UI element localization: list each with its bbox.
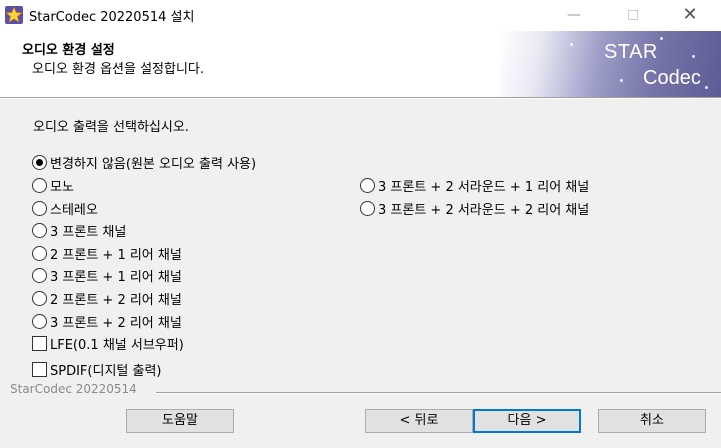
radio-label: 3 프론트 + 1 리어 채널 bbox=[50, 269, 182, 285]
radio-button[interactable] bbox=[32, 177, 47, 193]
radio-option-3-front-1-rear[interactable]: 3 프론트 + 1 리어 채널 bbox=[32, 265, 182, 285]
footer-divider bbox=[156, 392, 721, 394]
minimize-button[interactable]: — bbox=[551, 0, 597, 31]
radio-option-no-change[interactable]: 변경하지 않음(원본 오디오 출력 사용) bbox=[32, 152, 256, 172]
radio-label: 변경하지 않음(원본 오디오 출력 사용) bbox=[50, 156, 257, 172]
checkbox-box[interactable] bbox=[32, 361, 47, 377]
help-button[interactable]: 도움말 bbox=[126, 409, 234, 433]
checkbox-label: LFE(0.1 채널 서브우퍼) bbox=[50, 337, 184, 353]
instruction-text: 오디오 출력을 선택하십시오. bbox=[33, 120, 189, 135]
radio-label: 3 프론트 채널 bbox=[50, 224, 127, 240]
checkbox-lfe[interactable]: LFE(0.1 채널 서브우퍼) bbox=[32, 333, 184, 353]
radio-button[interactable] bbox=[32, 222, 47, 238]
next-button[interactable]: 다음 > bbox=[473, 409, 581, 433]
maximize-icon bbox=[628, 10, 638, 20]
wizard-header: 오디오 환경 설정 오디오 환경 옵션을 설정합니다. STAR Codec bbox=[0, 31, 721, 97]
brand-logo-star: STAR bbox=[604, 41, 658, 63]
window-title: StarCodec 20220514 설치 bbox=[29, 10, 195, 25]
page-subtitle: 오디오 환경 옵션을 설정합니다. bbox=[32, 62, 205, 77]
radio-button[interactable] bbox=[360, 177, 375, 193]
radio-label: 3 프론트 + 2 서라운드 + 1 리어 채널 bbox=[378, 179, 590, 195]
radio-label: 3 프론트 + 2 리어 채널 bbox=[50, 315, 182, 331]
checkbox-box[interactable] bbox=[32, 335, 47, 351]
cancel-button[interactable]: 취소 bbox=[598, 409, 706, 433]
radio-button[interactable] bbox=[32, 313, 47, 329]
sparkle-decoration bbox=[705, 86, 708, 89]
radio-option-2-front-1-rear[interactable]: 2 프론트 + 1 리어 채널 bbox=[32, 243, 182, 263]
radio-option-3-front-2-surround-2-rear[interactable]: 3 프론트 + 2 서라운드 + 2 리어 채널 bbox=[360, 198, 589, 218]
sparkle-decoration bbox=[570, 43, 573, 46]
radio-label: 모노 bbox=[50, 179, 74, 195]
radio-option-2-front-2-rear[interactable]: 2 프론트 + 2 리어 채널 bbox=[32, 288, 182, 308]
radio-button[interactable] bbox=[32, 290, 47, 306]
radio-button[interactable] bbox=[32, 200, 47, 216]
radio-label: 3 프론트 + 2 서라운드 + 2 리어 채널 bbox=[378, 202, 590, 218]
radio-option-3-front-2-rear[interactable]: 3 프론트 + 2 리어 채널 bbox=[32, 311, 182, 331]
radio-label: 2 프론트 + 1 리어 채널 bbox=[50, 247, 182, 263]
radio-option-stereo[interactable]: 스테레오 bbox=[32, 198, 98, 218]
radio-button[interactable] bbox=[32, 245, 47, 261]
radio-option-mono[interactable]: 모노 bbox=[32, 175, 74, 195]
page-title: 오디오 환경 설정 bbox=[22, 43, 115, 58]
checkbox-label: SPDIF(디지털 출력) bbox=[50, 363, 162, 379]
back-button[interactable]: < 뒤로 bbox=[365, 409, 473, 433]
close-button[interactable]: ✕ bbox=[667, 0, 713, 31]
sparkle-decoration bbox=[660, 37, 663, 40]
radio-button[interactable] bbox=[360, 200, 375, 216]
star-icon bbox=[5, 6, 23, 24]
maximize-button bbox=[610, 0, 656, 31]
radio-option-3-front[interactable]: 3 프론트 채널 bbox=[32, 220, 126, 240]
radio-button[interactable] bbox=[32, 154, 47, 170]
brand-banner: STAR Codec bbox=[500, 31, 721, 97]
radio-button[interactable] bbox=[32, 267, 47, 283]
footer-brand-text: StarCodec 20220514 bbox=[10, 382, 141, 396]
radio-option-3-front-2-surround-1-rear[interactable]: 3 프론트 + 2 서라운드 + 1 리어 채널 bbox=[360, 175, 589, 195]
close-icon: ✕ bbox=[682, 4, 698, 25]
sparkle-decoration bbox=[692, 55, 695, 58]
minimize-icon: — bbox=[567, 7, 581, 23]
radio-label: 스테레오 bbox=[50, 202, 98, 218]
brand-logo-codec: Codec bbox=[643, 67, 701, 89]
radio-label: 2 프론트 + 2 리어 채널 bbox=[50, 292, 182, 308]
sparkle-decoration bbox=[620, 79, 623, 82]
header-divider bbox=[0, 97, 721, 99]
checkbox-spdif[interactable]: SPDIF(디지털 출력) bbox=[32, 359, 162, 379]
title-bar: StarCodec 20220514 설치 — ✕ bbox=[0, 0, 721, 31]
